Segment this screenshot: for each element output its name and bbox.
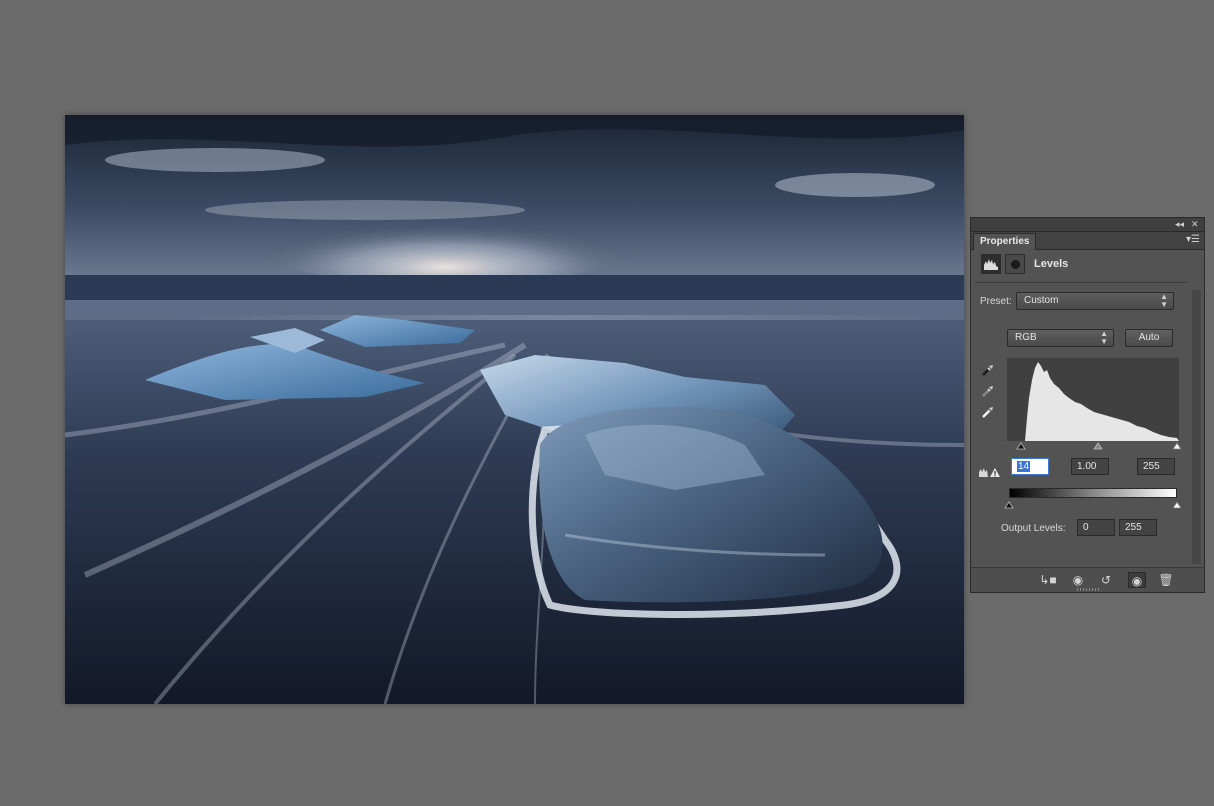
output-black-field[interactable]: 0 <box>1077 519 1115 536</box>
input-black-value: 14 <box>1017 461 1031 472</box>
tab-properties[interactable]: Properties <box>973 233 1037 250</box>
resize-grip[interactable] <box>1077 588 1099 591</box>
adjustment-header: Levels <box>977 254 1197 276</box>
adjustment-title: Levels <box>1034 258 1069 270</box>
input-white-slider-handle <box>1172 442 1182 450</box>
clip-to-layer-icon[interactable]: ↳■ <box>1039 572 1057 588</box>
levels-adjustment-icon[interactable] <box>981 254 1001 274</box>
reset-adjustment-icon[interactable]: ↺ <box>1097 572 1115 588</box>
white-point-eyedropper-icon[interactable] <box>981 405 995 419</box>
output-black-slider-handle <box>1004 501 1014 509</box>
preset-label: Preset: <box>980 296 1012 307</box>
panel-tab-strip: Properties ▾☰ <box>971 232 1204 250</box>
panel-menu-icon[interactable]: ▾☰ <box>1186 234 1200 245</box>
panel-footer: ↳■ ◉ ↺ ◉ 🗑 <box>971 567 1204 592</box>
double-chevron-left-icon[interactable]: ◂◂ <box>1175 218 1184 231</box>
workspace: ◂◂ ✕ Properties ▾☰ Levels Preset: Custom… <box>0 0 1214 806</box>
input-gamma-slider-handle <box>1093 442 1103 450</box>
panel-title-bar: ◂◂ ✕ <box>971 218 1204 232</box>
black-point-eyedropper-icon[interactable] <box>981 363 995 377</box>
output-gradient-bar <box>1009 488 1177 498</box>
histogram-graph <box>1025 362 1179 441</box>
trash-icon[interactable]: 🗑 <box>1157 572 1175 588</box>
preset-value: Custom <box>1024 295 1059 306</box>
gray-point-eyedropper-icon[interactable] <box>981 384 995 398</box>
output-levels-slider[interactable] <box>1003 499 1183 509</box>
canvas-photo <box>65 115 964 704</box>
output-white-slider-handle <box>1172 501 1182 509</box>
close-icon[interactable]: ✕ <box>1191 218 1199 231</box>
select-arrows-icon: ▲ ▼ <box>1100 329 1108 346</box>
preset-select[interactable]: Custom ▲ ▼ <box>1016 292 1174 310</box>
clipping-warning-icon[interactable] <box>978 466 1000 478</box>
input-white-field[interactable]: 255 <box>1137 458 1175 475</box>
input-gamma-field[interactable]: 1.00 <box>1071 458 1109 475</box>
histogram <box>1007 358 1179 441</box>
panel-scrollbar[interactable] <box>1192 290 1201 564</box>
input-black-slider-handle <box>1016 442 1026 450</box>
channel-select[interactable]: RGB ▲ ▼ <box>1007 329 1114 347</box>
output-white-field[interactable]: 255 <box>1119 519 1157 536</box>
layer-mask-icon[interactable] <box>1005 254 1025 274</box>
properties-panel: ◂◂ ✕ Properties ▾☰ Levels Preset: Custom… <box>970 217 1205 593</box>
input-levels-slider[interactable] <box>1007 440 1182 450</box>
auto-button[interactable]: Auto <box>1125 329 1173 347</box>
document-canvas[interactable] <box>65 115 964 704</box>
channel-value: RGB <box>1015 332 1037 343</box>
select-arrows-icon: ▲ ▼ <box>1160 292 1168 309</box>
divider <box>975 282 1188 283</box>
output-levels-label: Output Levels: <box>1001 523 1066 534</box>
view-previous-state-icon[interactable]: ◉ <box>1069 572 1087 588</box>
input-black-field[interactable]: 14 <box>1011 458 1049 475</box>
visibility-eye-icon[interactable]: ◉ <box>1128 572 1146 588</box>
